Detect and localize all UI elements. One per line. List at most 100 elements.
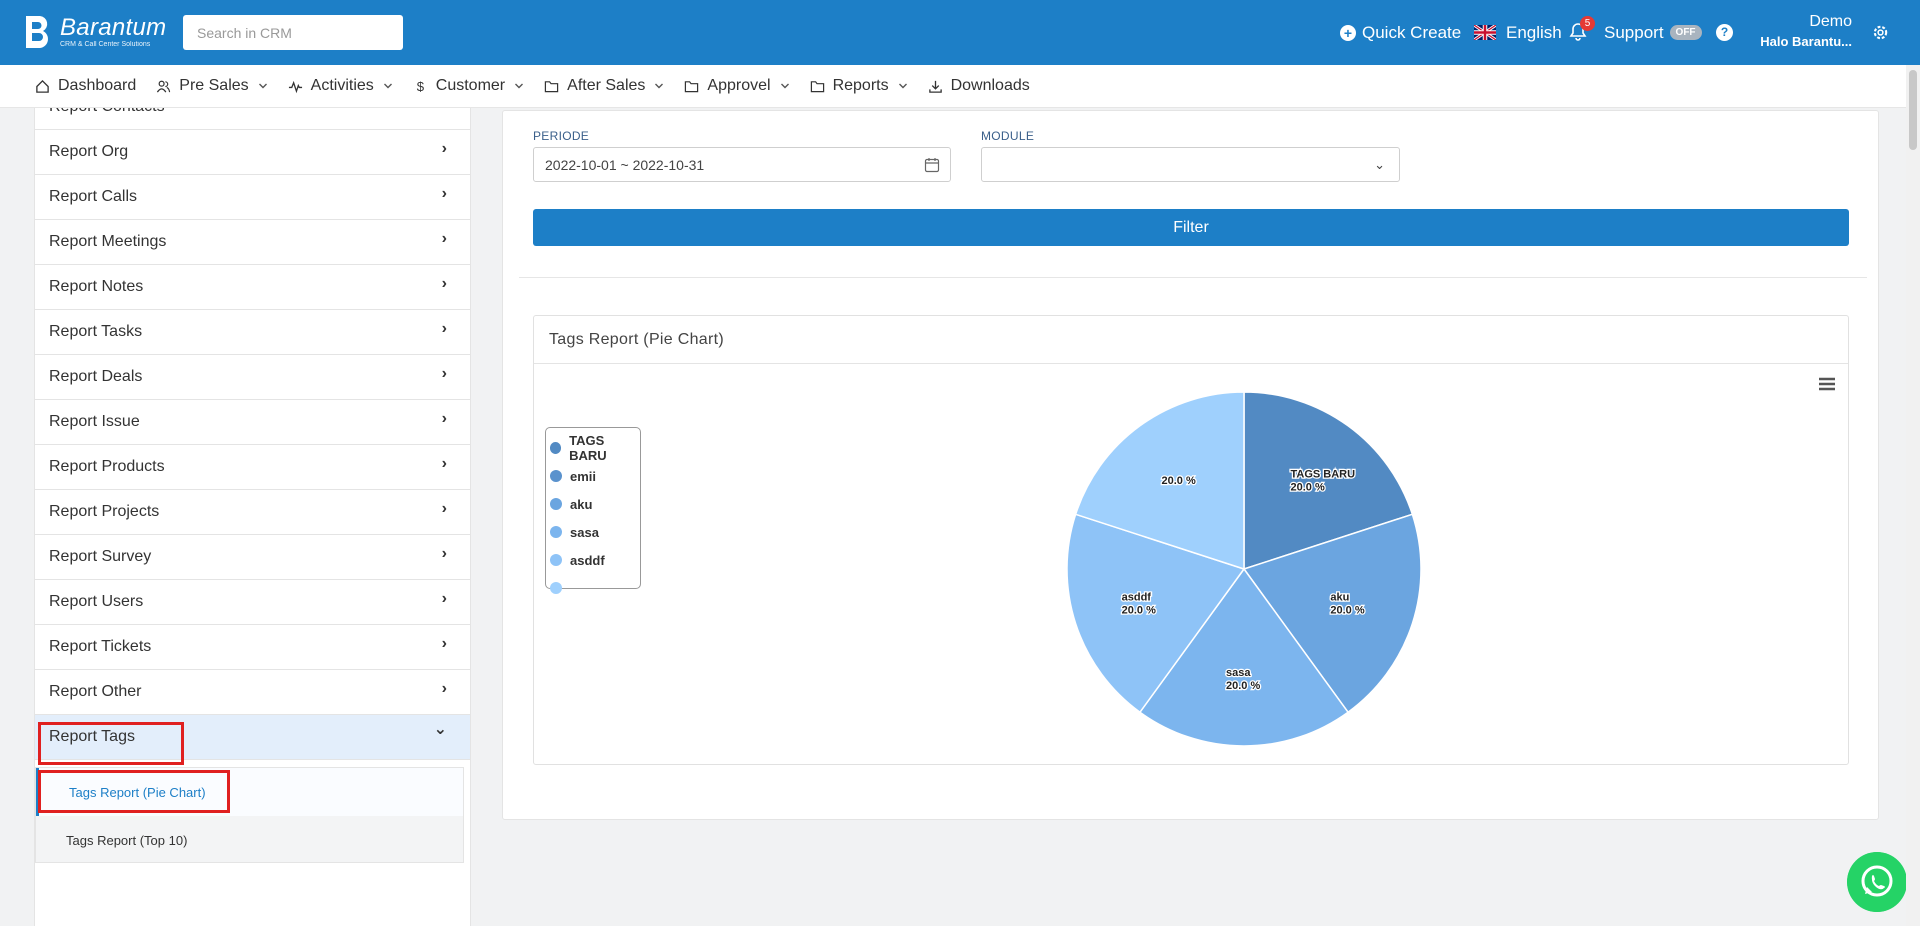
sidebar-item-report-deals[interactable]: Report Deals › bbox=[35, 355, 470, 400]
folder-icon bbox=[685, 80, 699, 92]
brand-tagline: CRM & Call Center Solutions bbox=[60, 40, 151, 48]
nav-item-label: Reports bbox=[832, 77, 889, 94]
home-icon bbox=[36, 79, 49, 93]
sidebar-item-report-other[interactable]: Report Other › bbox=[35, 670, 470, 715]
search-input[interactable] bbox=[183, 15, 403, 50]
sidebar-item-label: Report Org bbox=[49, 143, 129, 160]
nav-item-after-sales[interactable]: After Sales bbox=[544, 77, 664, 95]
chevron-down-icon: ⌄ bbox=[1374, 157, 1385, 172]
nav-item-label: Dashboard bbox=[58, 77, 137, 94]
logo-mark-icon bbox=[26, 16, 48, 48]
support-toggle[interactable]: Support OFF bbox=[1604, 0, 1702, 65]
language-selector[interactable]: English bbox=[1474, 0, 1562, 65]
scrollbar-thumb[interactable] bbox=[1909, 70, 1917, 150]
legend-item[interactable]: emii bbox=[550, 462, 640, 490]
periode-date-range-input[interactable]: 2022-10-01 ~ 2022-10-31 bbox=[533, 147, 951, 182]
sidebar-item-report-survey[interactable]: Report Survey › bbox=[35, 535, 470, 580]
nav-item-label: Customer bbox=[435, 77, 506, 94]
brand-name: Barantum bbox=[60, 13, 167, 41]
chart-legend: TAGS BARU emii aku sasa asddf bbox=[545, 427, 641, 594]
nav-item-pre-sales[interactable]: Pre Sales bbox=[156, 77, 267, 95]
report-content-card: PERIODE 2022-10-01 ~ 2022-10-31 MODULE ⌄… bbox=[502, 110, 1879, 820]
chart-panel: Tags Report (Pie Chart) TAGS BARU emii aku… bbox=[533, 315, 1849, 765]
sidebar-item-report-products[interactable]: Report Products › bbox=[35, 445, 470, 490]
legend-item[interactable]: asddf bbox=[550, 546, 640, 574]
submenu-item-tags-top10[interactable]: Tags Report (Top 10) bbox=[36, 816, 463, 864]
chevron-down-icon: ⌄ bbox=[433, 721, 447, 738]
brand-logo[interactable]: Barantum CRM & Call Center Solutions bbox=[20, 14, 166, 50]
chevron-right-icon: › bbox=[441, 230, 447, 247]
legend-item[interactable]: aku bbox=[550, 490, 640, 518]
user-menu[interactable]: Demo Halo Barantu... bbox=[1748, 13, 1852, 49]
nav-item-activities[interactable]: Activities bbox=[288, 77, 393, 95]
user-name: Demo bbox=[1809, 13, 1852, 30]
legend-marker bbox=[550, 498, 562, 510]
help-icon[interactable]: ? bbox=[1716, 24, 1733, 41]
periode-value: 2022-10-01 ~ 2022-10-31 bbox=[545, 156, 705, 173]
sidebar-item-report-tickets[interactable]: Report Tickets › bbox=[35, 625, 470, 670]
legend-item[interactable]: sasa bbox=[550, 518, 640, 546]
notification-badge: 5 bbox=[1580, 16, 1595, 31]
chevron-right-icon: › bbox=[441, 140, 447, 157]
nav-item-label: Downloads bbox=[950, 77, 1030, 94]
sidebar-item-report-calls[interactable]: Report Calls › bbox=[35, 175, 470, 220]
sidebar-item-label: Report Other bbox=[49, 683, 142, 700]
sidebar-item-label: Report Issue bbox=[49, 413, 140, 430]
nav-item-approvel[interactable]: Approvel bbox=[684, 77, 789, 95]
nav-item-reports[interactable]: Reports bbox=[810, 77, 908, 95]
pie-data-label: aku bbox=[1330, 591, 1349, 603]
sidebar-item-label: Report Products bbox=[49, 458, 165, 475]
calendar-icon bbox=[924, 158, 940, 173]
chevron-right-icon: › bbox=[441, 590, 447, 607]
legend-marker bbox=[550, 582, 562, 594]
chevron-right-icon: › bbox=[441, 500, 447, 517]
sidebar-item-report-users[interactable]: Report Users › bbox=[35, 580, 470, 625]
pie-data-label: 20.0 % bbox=[1161, 475, 1195, 487]
sidebar-item-label: Report Tasks bbox=[49, 323, 143, 340]
chevron-right-icon: › bbox=[442, 108, 447, 113]
sidebar-item-report-projects[interactable]: Report Projects › bbox=[35, 490, 470, 535]
module-select[interactable]: ⌄ bbox=[981, 147, 1400, 182]
sidebar-item-report-notes[interactable]: Report Notes › bbox=[35, 265, 470, 310]
sidebar-item-report-tasks[interactable]: Report Tasks › bbox=[35, 310, 470, 355]
chevron-right-icon: › bbox=[441, 680, 447, 697]
pie-data-label: 20.0 % bbox=[1122, 604, 1156, 616]
sidebar-item-label: Report Projects bbox=[49, 503, 160, 520]
nav-item-dashboard[interactable]: Dashboard bbox=[35, 77, 136, 95]
nav-item-label: Pre Sales bbox=[179, 77, 249, 94]
sidebar-item-report-contacts[interactable]: Report Contacts › bbox=[35, 108, 470, 130]
quick-create-button[interactable]: + Quick Create bbox=[1340, 0, 1461, 65]
highlight-box-report-tags bbox=[38, 722, 184, 765]
nav-item-customer[interactable]: $ Customer bbox=[413, 77, 524, 95]
pie-data-label: TAGS BARU bbox=[1291, 469, 1356, 481]
legend-item[interactable] bbox=[550, 574, 640, 602]
chevron-down-icon bbox=[780, 83, 789, 89]
chevron-right-icon: › bbox=[441, 545, 447, 562]
filter-button[interactable]: Filter bbox=[533, 209, 1849, 246]
sidebar-item-report-org[interactable]: Report Org › bbox=[35, 130, 470, 175]
pie-data-label: asddf bbox=[1122, 591, 1152, 603]
sidebar-item-report-issue[interactable]: Report Issue › bbox=[35, 400, 470, 445]
support-status-badge[interactable]: OFF bbox=[1669, 25, 1702, 40]
whatsapp-button[interactable] bbox=[1847, 852, 1907, 912]
legend-label: aku bbox=[570, 496, 593, 512]
legend-marker bbox=[550, 442, 562, 454]
uk-flag-icon bbox=[1474, 25, 1496, 40]
divider bbox=[519, 277, 1867, 278]
chevron-right-icon: › bbox=[441, 275, 447, 292]
nav-item-downloads[interactable]: Downloads bbox=[928, 77, 1030, 95]
legend-marker bbox=[550, 470, 562, 482]
sidebar-item-label: Report Notes bbox=[49, 278, 144, 295]
sidebar-item-label: Report Contacts bbox=[49, 108, 165, 116]
chevron-right-icon: › bbox=[441, 410, 447, 427]
gear-icon[interactable] bbox=[1871, 23, 1890, 42]
submenu-item-label: Tags Report (Top 10) bbox=[66, 832, 188, 848]
chart-menu-icon[interactable] bbox=[1818, 376, 1836, 392]
legend-label: sasa bbox=[570, 524, 599, 540]
chevron-right-icon: › bbox=[441, 365, 447, 382]
legend-item[interactable]: TAGS BARU bbox=[550, 433, 640, 463]
sidebar-item-report-meetings[interactable]: Report Meetings › bbox=[35, 220, 470, 265]
page-scrollbar[interactable] bbox=[1906, 65, 1920, 926]
legend-label: TAGS BARU bbox=[569, 433, 607, 463]
pie-data-label: 20.0 % bbox=[1291, 482, 1325, 494]
